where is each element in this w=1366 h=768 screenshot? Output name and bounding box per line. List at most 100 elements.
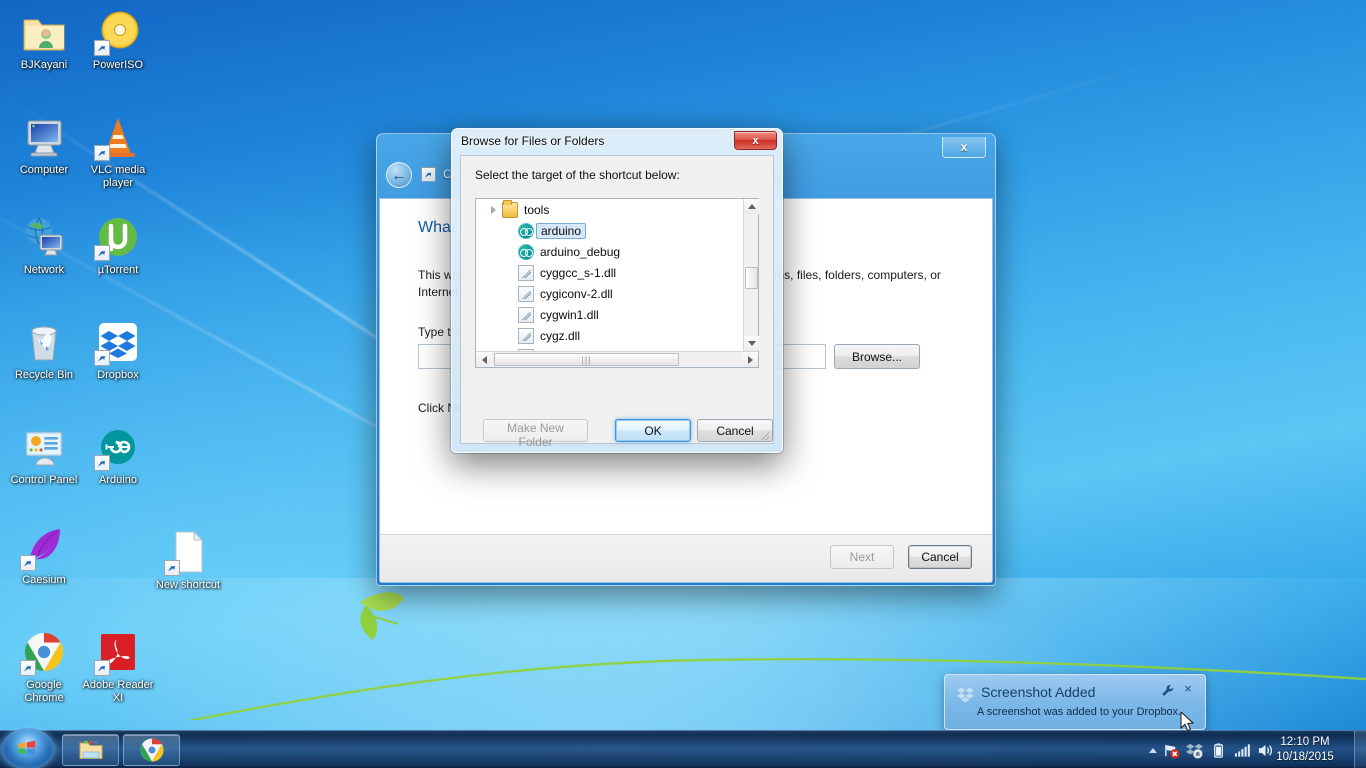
shortcut-overlay-icon: [20, 555, 36, 571]
signal-bars-icon[interactable]: [1234, 742, 1251, 759]
clock-time: 12:10 PM: [1280, 736, 1330, 748]
shortcut-overlay-icon: [94, 145, 110, 161]
desktop-icon-vlc-media-player[interactable]: VLC media player: [80, 113, 156, 190]
file-tree-item-label: cygiconv-2.dll: [540, 286, 613, 301]
desktop[interactable]: BJKayani PowerISO Computer VLC media player…: [0, 0, 1366, 768]
scroll-right-icon[interactable]: [742, 352, 758, 367]
desktop-icon-poweriso[interactable]: PowerISO: [80, 8, 156, 72]
globe-network-icon: [20, 213, 68, 261]
file-tree-item[interactable]: arduino_debug: [476, 241, 743, 262]
scroll-down-icon[interactable]: [744, 336, 759, 351]
desktop-icon-new-shortcut[interactable]: New shortcut: [150, 528, 226, 592]
file-tree-item-label: tools: [524, 202, 550, 217]
file-tree-item[interactable]: cygz.dll: [476, 325, 743, 346]
desktop-icon-arduino[interactable]: Arduino: [80, 423, 156, 487]
blank-document-icon: [164, 528, 212, 576]
desktop-icon-torrent[interactable]: µTorrent: [80, 213, 156, 277]
dropbox-icon: [957, 687, 974, 703]
dialog-title: Browse for Files or Folders: [461, 134, 605, 148]
desktop-icon-network[interactable]: Network: [6, 213, 82, 277]
file-tree-list[interactable]: tools arduino arduino_debug cyggcc_s-1.dllc…: [476, 199, 743, 351]
desktop-icon-label: Network: [23, 264, 65, 276]
folder-explorer-icon: [79, 741, 102, 759]
desktop-icon-bjkayani[interactable]: BJKayani: [6, 8, 82, 72]
caesium-feather-icon: [20, 523, 68, 571]
file-tree-item[interactable]: cygwin1.dll: [476, 304, 743, 325]
back-arrow-icon[interactable]: ←: [386, 162, 412, 188]
dialog-body: Select the target of the shortcut below:…: [460, 155, 774, 449]
dialog-titlebar: Browse for Files or Folders x: [452, 129, 782, 153]
horizontal-scrollbar[interactable]: |||: [476, 351, 758, 367]
desktop-icon-adobe-reader-xi[interactable]: Adobe Reader XI: [80, 628, 156, 705]
browse-button[interactable]: Browse...: [834, 344, 920, 369]
dll-file-icon: [518, 327, 534, 344]
browse-for-files-dialog[interactable]: Browse for Files or Folders x Select the…: [451, 128, 783, 453]
resize-grip-icon[interactable]: [759, 430, 769, 440]
vertical-scrollbar[interactable]: [743, 199, 759, 351]
windows-logo-icon: [18, 740, 36, 756]
dropbox-icon: [94, 318, 142, 366]
network-error-icon[interactable]: [1163, 742, 1180, 759]
taskbar[interactable]: 12:10 PM 10/18/2015: [0, 728, 1366, 768]
battery-icon[interactable]: [1210, 742, 1227, 759]
shortcut-overlay-icon: [94, 350, 110, 366]
scroll-up-icon[interactable]: [744, 199, 759, 214]
taskbar-item-google-chrome[interactable]: [123, 734, 180, 766]
shortcut-app-icon: [421, 167, 436, 182]
recycle-bin-icon: [20, 318, 68, 366]
desktop-icon-label: Google Chrome: [24, 679, 64, 704]
wrench-icon[interactable]: [1161, 684, 1175, 698]
desktop-icon-label: Adobe Reader XI: [82, 679, 154, 704]
close-icon[interactable]: ×: [1181, 681, 1195, 697]
desktop-icon-label: New shortcut: [155, 579, 221, 591]
desktop-icon-label: Caesium: [22, 574, 66, 586]
traffic-cone-icon: [94, 113, 142, 161]
taskbar-item-windows-explorer[interactable]: [62, 734, 119, 766]
close-icon[interactable]: x: [734, 131, 777, 150]
shortcut-overlay-icon: [20, 660, 36, 676]
desktop-icon-computer[interactable]: Computer: [6, 113, 82, 177]
clock[interactable]: 12:10 PM 10/18/2015: [1268, 735, 1342, 765]
file-tree-panel[interactable]: tools arduino arduino_debug cyggcc_s-1.dllc…: [475, 198, 759, 368]
desktop-icon-recycle-bin[interactable]: Recycle Bin: [6, 318, 82, 382]
dialog-prompt: Select the target of the shortcut below:: [475, 168, 680, 182]
vertical-scroll-thumb[interactable]: [745, 267, 758, 289]
make-new-folder-button[interactable]: Make New Folder: [483, 419, 588, 449]
show-desktop-button[interactable]: [1354, 731, 1366, 768]
computer-monitor-icon: [20, 113, 68, 161]
dll-file-icon: [518, 285, 534, 302]
desktop-icon-label: µTorrent: [97, 264, 139, 276]
ok-button[interactable]: OK: [615, 419, 691, 442]
desktop-icon-dropbox[interactable]: Dropbox: [80, 318, 156, 382]
desktop-icon-google-chrome[interactable]: Google Chrome: [6, 628, 82, 705]
scroll-left-icon[interactable]: [476, 352, 492, 367]
chrome-icon: [139, 738, 164, 762]
desktop-icon-label: Control Panel: [10, 474, 78, 486]
show-hidden-icons-button[interactable]: [1147, 744, 1159, 756]
desktop-icon-caesium[interactable]: Caesium: [6, 523, 82, 587]
file-tree-item[interactable]: tools: [476, 199, 743, 220]
shortcut-overlay-icon: [94, 455, 110, 471]
close-icon[interactable]: x: [942, 137, 986, 158]
file-tree-item[interactable]: arduino: [476, 220, 743, 241]
chevron-right-icon[interactable]: [488, 205, 498, 215]
adobe-reader-icon: [94, 628, 142, 676]
horizontal-scroll-thumb[interactable]: |||: [494, 353, 679, 366]
dropbox-notification-toast[interactable]: Screenshot Added A screenshot was added …: [944, 674, 1206, 738]
next-button[interactable]: Next: [830, 545, 894, 569]
desktop-icon-label: BJKayani: [20, 59, 68, 71]
wizard-footer: Next Cancel: [380, 534, 992, 582]
cancel-button[interactable]: Cancel: [908, 545, 972, 569]
dll-file-icon: [518, 306, 534, 323]
file-tree-item[interactable]: cyggcc_s-1.dll: [476, 262, 743, 283]
folder-icon: [502, 199, 518, 218]
file-tree-item[interactable]: cygiconv-2.dll: [476, 283, 743, 304]
dropbox-tray-icon[interactable]: [1186, 742, 1203, 759]
start-button[interactable]: [2, 728, 54, 768]
desktop-icon-label: Dropbox: [97, 369, 139, 381]
desktop-icon-control-panel[interactable]: Control Panel: [6, 423, 82, 487]
clock-date: 10/18/2015: [1276, 751, 1334, 763]
utorrent-icon: [94, 213, 142, 261]
file-tree-item-label: cygwin1.dll: [540, 307, 599, 322]
file-tree-item-label: arduino_debug: [540, 244, 621, 259]
